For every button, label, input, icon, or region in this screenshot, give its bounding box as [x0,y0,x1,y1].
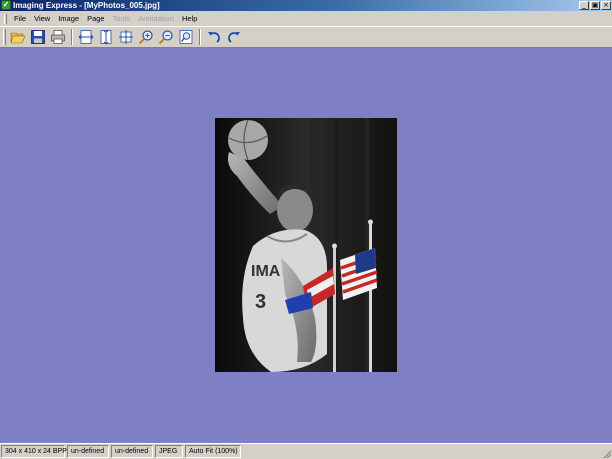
toolbar-grip [3,29,6,45]
menu-page[interactable]: Page [83,12,109,26]
print-icon [51,30,65,44]
status-file-format: JPEG [155,445,183,458]
status-zoom-level: Auto Fit (100%) [185,445,241,458]
title-bar[interactable]: ✓ Imaging Express - [MyPhotos_005.jpg] _… [0,0,612,11]
actual-size-button[interactable] [176,27,196,47]
svg-text:3: 3 [255,291,266,313]
status-image-dimensions: 304 x 410 x 24 BPP [1,445,67,458]
menu-grip [4,14,7,24]
menu-annotation[interactable]: Annotation [134,12,178,26]
menu-file[interactable]: File [10,12,30,26]
rotate-left-button[interactable] [204,27,224,47]
status-bar: 304 x 410 x 24 BPP un-defined un-defined… [0,443,612,459]
save-button[interactable] [28,27,48,47]
toolbar-separator [199,29,201,45]
zoom-in-icon [138,30,153,45]
app-logo-icon[interactable]: ✓ [1,0,11,10]
close-button[interactable]: × [601,1,611,10]
rotate-right-button[interactable] [224,27,244,47]
displayed-photo[interactable]: IMA 3 [215,118,397,372]
app-window: ✓ Imaging Express - [MyPhotos_005.jpg] _… [0,0,612,459]
restore-button[interactable]: ▣ [590,1,600,10]
status-field-2: un-defined [67,445,109,458]
toolbar [0,26,612,48]
menu-image[interactable]: Image [54,12,83,26]
minimize-button[interactable]: _ [579,1,589,10]
fit-height-icon [100,29,112,45]
status-field-3: un-defined [111,445,153,458]
fit-height-button[interactable] [96,27,116,47]
fit-width-button[interactable] [76,27,96,47]
basketball-dunk-photo: IMA 3 [215,118,397,372]
menu-view[interactable]: View [30,12,54,26]
zoom-out-icon [158,30,173,45]
zoom-out-button[interactable] [156,27,176,47]
window-title: Imaging Express - [MyPhotos_005.jpg] [13,1,160,10]
open-button[interactable] [8,27,28,47]
open-icon [10,32,26,44]
actual-size-icon [179,30,193,44]
rotate-right-icon [228,32,240,43]
zoom-in-button[interactable] [136,27,156,47]
menu-help[interactable]: Help [178,12,201,26]
menu-bar: File View Image Page Tools Annotation He… [0,12,612,26]
image-canvas[interactable]: IMA 3 [0,48,612,443]
print-button[interactable] [48,27,68,47]
fit-width-icon [78,30,94,44]
resize-grip[interactable] [601,448,611,458]
toolbar-separator [71,29,73,45]
svg-text:IMA: IMA [251,263,281,280]
rotate-left-icon [208,32,220,43]
menu-tools[interactable]: Tools [109,12,135,26]
fit-window-button[interactable] [116,27,136,47]
fit-window-icon [119,30,133,44]
save-icon [31,30,45,44]
